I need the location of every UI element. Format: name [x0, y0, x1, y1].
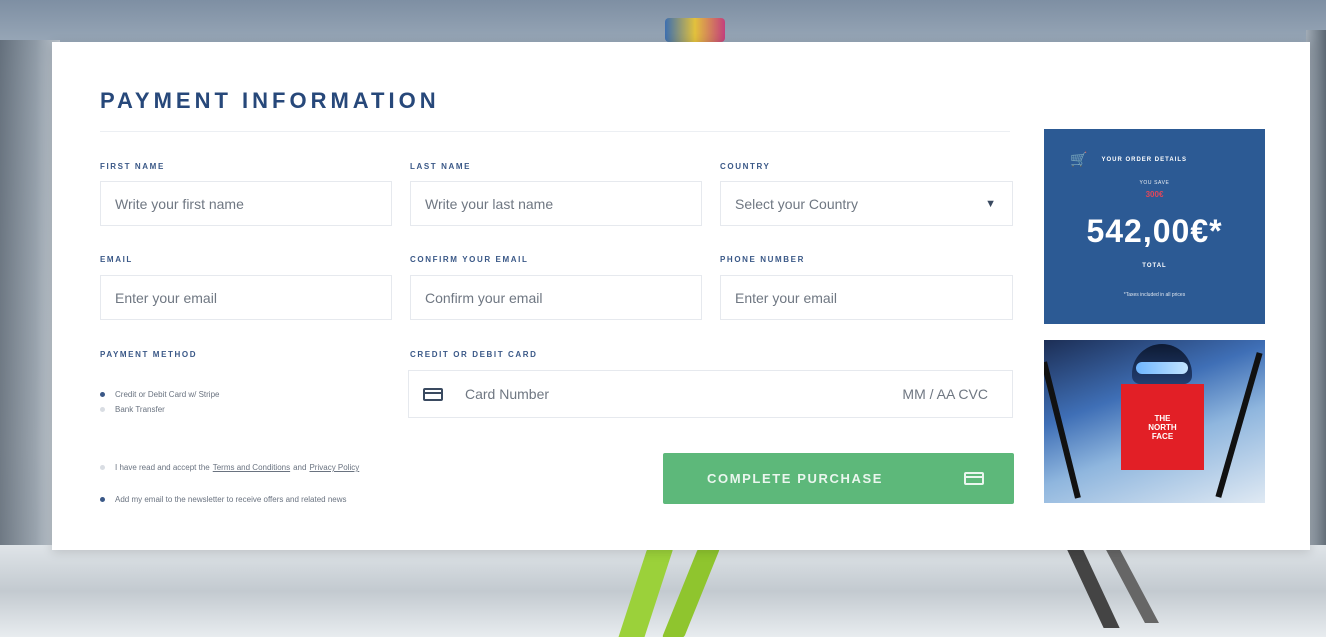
cart-icon: 🛒 [1070, 151, 1088, 167]
you-save-label: YOU SAVE [1139, 180, 1170, 186]
phone-input[interactable] [735, 289, 1012, 306]
order-summary-panel: 🛒 YOUR ORDER DETAILS YOU SAVE 300€ 542,0… [1044, 129, 1265, 324]
confirm-email-field[interactable] [410, 275, 702, 320]
card-exp-cvc-placeholder[interactable]: MM / AA CVC [902, 386, 988, 402]
newsletter-text: Add my email to the newsletter to receiv… [115, 495, 347, 504]
country-label: COUNTRY [720, 162, 771, 171]
tax-note: *Taxes included in all prices [1123, 292, 1186, 298]
card-label: CREDIT OR DEBIT CARD [410, 350, 538, 359]
complete-purchase-button[interactable]: COMPLETE PURCHASE [663, 453, 1014, 504]
terms-and-text: and [293, 463, 307, 472]
promo-image: THE NORTH FACE [1044, 340, 1265, 503]
confirm-email-label: CONFIRM YOUR EMAIL [410, 255, 529, 264]
email-field[interactable] [100, 275, 392, 320]
phone-label: PHONE NUMBER [720, 255, 805, 264]
newsletter-checkbox-row[interactable]: Add my email to the newsletter to receiv… [100, 495, 347, 504]
page-title: PAYMENT INFORMATION [100, 88, 440, 113]
background-mountain-left [0, 40, 60, 560]
payment-option-bank-transfer[interactable]: Bank Transfer [100, 405, 165, 414]
country-select[interactable]: Select your Country ▼ [720, 181, 1013, 226]
payment-option-label: Bank Transfer [115, 405, 165, 414]
payment-option-label: Credit or Debit Card w/ Stripe [115, 390, 220, 399]
ski-pole [1215, 352, 1263, 498]
payment-method-label: PAYMENT METHOD [100, 350, 198, 359]
checkbox-unchecked-icon[interactable] [100, 465, 105, 470]
brand-logo-text: THE NORTH FACE [1148, 413, 1177, 441]
email-label: EMAIL [100, 255, 133, 264]
privacy-link[interactable]: Privacy Policy [309, 463, 359, 472]
confirm-email-input[interactable] [425, 289, 701, 306]
ski-pole [1044, 361, 1081, 499]
skier-goggles [1136, 362, 1188, 374]
first-name-label: FIRST NAME [100, 162, 165, 171]
order-summary-header: 🛒 YOUR ORDER DETAILS [1070, 151, 1187, 168]
last-name-label: LAST NAME [410, 162, 472, 171]
card-number-placeholder[interactable]: Card Number [465, 386, 902, 402]
first-name-field[interactable] [100, 181, 392, 226]
terms-text: I have read and accept the [115, 463, 210, 472]
last-name-field[interactable] [410, 181, 702, 226]
card-input[interactable]: Card Number MM / AA CVC [408, 370, 1013, 418]
you-save-amount: 300€ [1145, 190, 1164, 199]
first-name-input[interactable] [115, 195, 391, 212]
order-total-amount: 542,00€* [1086, 213, 1223, 249]
country-select-value: Select your Country [735, 195, 858, 212]
phone-field[interactable] [720, 275, 1013, 320]
checkbox-checked-icon[interactable] [100, 497, 105, 502]
radio-selected-icon [100, 392, 105, 397]
credit-card-icon [423, 387, 443, 401]
email-input[interactable] [115, 289, 391, 306]
brand-logo: THE NORTH FACE [1121, 384, 1204, 470]
divider [100, 131, 1010, 132]
radio-unselected-icon [100, 407, 105, 412]
background-skier-top [665, 18, 725, 42]
order-summary-heading: YOUR ORDER DETAILS [1101, 156, 1187, 163]
complete-purchase-label: COMPLETE PURCHASE [707, 471, 883, 486]
last-name-input[interactable] [425, 195, 701, 212]
chevron-down-icon: ▼ [985, 197, 996, 210]
credit-card-icon [964, 472, 984, 485]
order-total-label: TOTAL [1142, 263, 1167, 269]
payment-option-stripe[interactable]: Credit or Debit Card w/ Stripe [100, 390, 219, 399]
terms-checkbox-row[interactable]: I have read and accept the Terms and Con… [100, 463, 362, 472]
terms-link[interactable]: Terms and Conditions [213, 463, 290, 472]
